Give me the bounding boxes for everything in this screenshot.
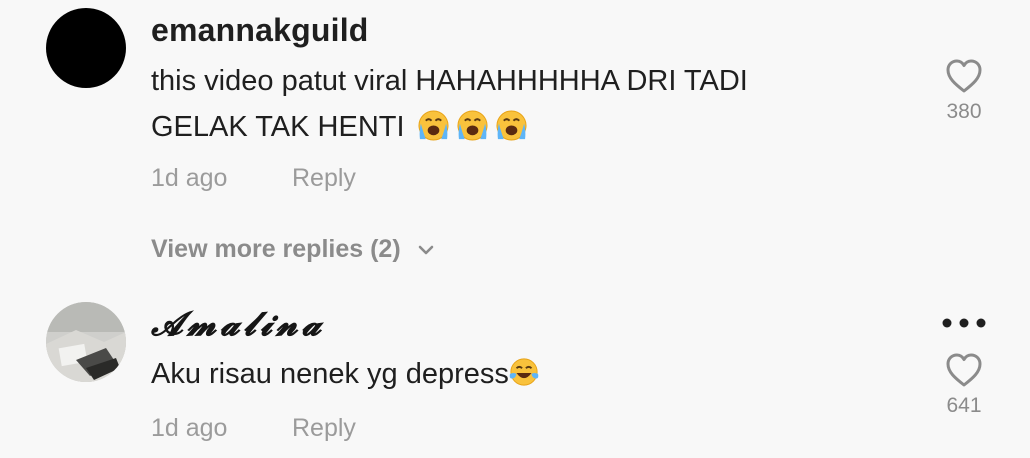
heart-icon[interactable] bbox=[945, 352, 983, 388]
comment-text-line: Aku risau nenek yg depress bbox=[151, 358, 509, 390]
comment-username[interactable]: 𝓐𝓶𝓪𝓵𝓲𝓷𝓪 bbox=[151, 304, 325, 344]
comment-timestamp: 1d ago bbox=[151, 414, 228, 442]
heart-icon[interactable] bbox=[945, 58, 983, 94]
comment-timestamp: 1d ago bbox=[151, 164, 228, 192]
reply-button[interactable]: Reply bbox=[292, 414, 356, 443]
view-more-replies-button[interactable]: View more replies (2) bbox=[151, 235, 437, 264]
loudly-crying-face-emoji-icon bbox=[457, 110, 488, 141]
reply-button[interactable]: Reply bbox=[292, 164, 356, 193]
comment-text-line: GELAK TAK HENTI bbox=[151, 111, 405, 143]
avatar-photo bbox=[46, 302, 126, 382]
comment-username[interactable]: emannakguild bbox=[151, 12, 369, 49]
view-more-replies-label: View more replies (2) bbox=[151, 235, 401, 263]
like-count: 380 bbox=[946, 100, 982, 123]
like-count: 641 bbox=[946, 394, 982, 417]
avatar[interactable] bbox=[46, 8, 126, 88]
avatar[interactable] bbox=[46, 302, 126, 382]
comments-panel: emannakguild this video patut viral HAHA… bbox=[0, 0, 1030, 458]
comment-text-line: this video patut viral HAHAHHHHHA DRI TA… bbox=[151, 65, 748, 97]
comment-text: Aku risau nenek yg depress bbox=[151, 351, 871, 397]
loudly-crying-face-emoji-icon bbox=[418, 110, 449, 141]
loudly-crying-face-emoji-icon bbox=[496, 110, 527, 141]
chevron-down-icon bbox=[418, 245, 433, 254]
comment-text: this video patut viral HAHAHHHHHA DRI TA… bbox=[151, 58, 871, 150]
face-with-tears-of-joy-emoji-icon bbox=[509, 358, 539, 386]
more-options-icon[interactable] bbox=[941, 316, 987, 330]
